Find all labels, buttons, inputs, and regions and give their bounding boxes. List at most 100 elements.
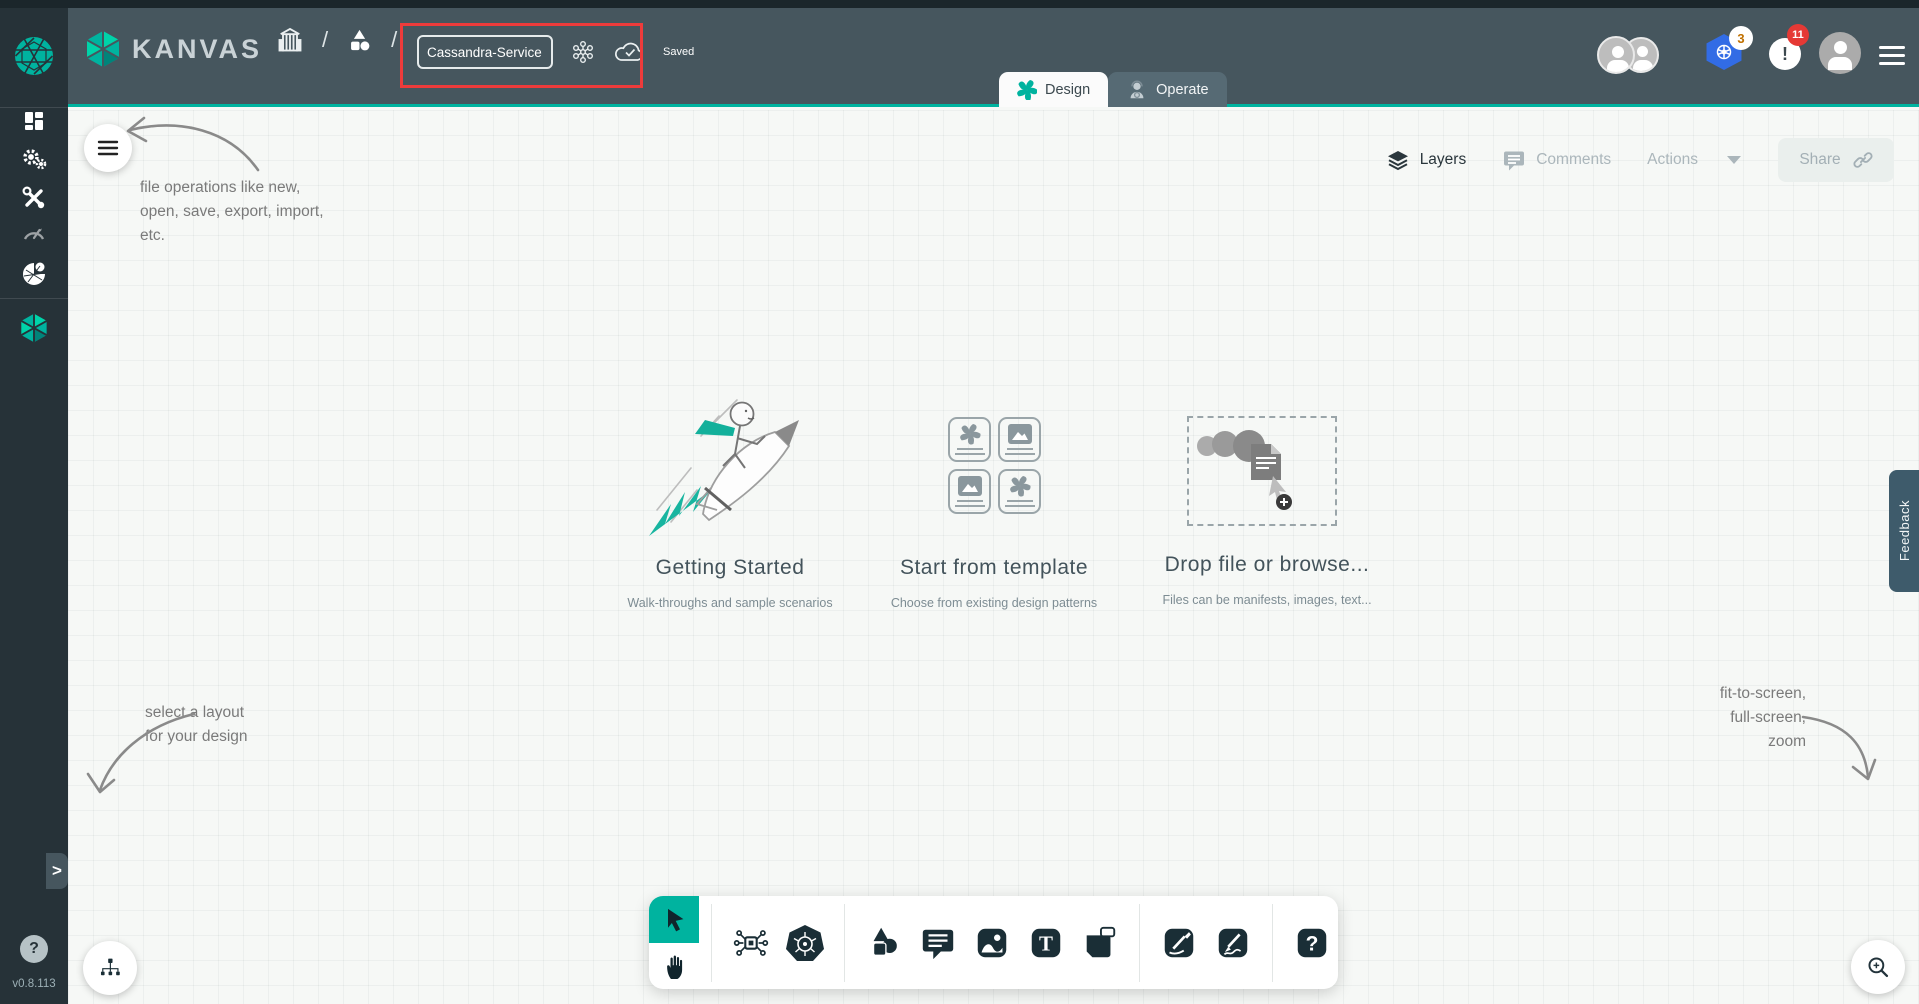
- sidebar-item-toolbox[interactable]: [0, 180, 68, 216]
- svg-text:?: ?: [1306, 932, 1319, 955]
- template-title: Start from template: [899, 556, 1089, 579]
- sidebar-expand-chevron[interactable]: >: [46, 853, 68, 889]
- actions-dropdown[interactable]: Actions: [1647, 151, 1742, 169]
- operate-headset-icon: [1126, 79, 1148, 101]
- comments-icon: [1504, 151, 1525, 171]
- canvas-actions-bar: Layers Comments Actions Share: [1386, 138, 1894, 182]
- comment-bubble-icon: [922, 929, 954, 959]
- tab-operate[interactable]: Operate: [1108, 72, 1227, 107]
- shapes-icon: [872, 927, 897, 956]
- toolbar-divider: [1272, 903, 1273, 982]
- workspace-shapes-icon[interactable]: [346, 27, 373, 54]
- toolbar-divider: [711, 903, 712, 982]
- kubernetes-context-chip[interactable]: 3: [1705, 26, 1753, 70]
- image-icon: [977, 928, 1007, 957]
- hand-icon: [667, 955, 683, 979]
- actions-label: Actions: [1647, 151, 1698, 168]
- chevron-down-icon: [1727, 156, 1741, 164]
- layout-selector-button[interactable]: [83, 941, 137, 995]
- kanvas-hexagon-icon: [86, 30, 120, 68]
- sidebar-item-kanvas[interactable]: [0, 310, 68, 346]
- tab-design-label: Design: [1045, 81, 1091, 98]
- getting-started-title: Getting Started: [655, 556, 805, 579]
- kubernetes-count-badge: 3: [1729, 26, 1753, 50]
- tool-text[interactable]: T: [1024, 921, 1068, 965]
- annotation-file-operations: file operations like new, open, save, ex…: [140, 179, 324, 245]
- brand-name: KANVAS: [132, 33, 263, 64]
- help-button[interactable]: ?: [20, 935, 48, 963]
- tool-kubernetes[interactable]: [783, 921, 827, 965]
- tool-shapes[interactable]: [862, 921, 906, 965]
- comments-toggle[interactable]: Comments: [1502, 148, 1611, 172]
- pen-icon: [1164, 928, 1194, 957]
- sidebar-item-catalog[interactable]: [0, 256, 68, 292]
- breadcrumb-separator: /: [391, 27, 398, 52]
- gauge-icon: [23, 228, 45, 240]
- zoom-button[interactable]: [1851, 940, 1905, 994]
- link-icon: [1853, 152, 1873, 168]
- drop-zone[interactable]: [1187, 416, 1337, 526]
- tab-design[interactable]: Design: [999, 72, 1109, 107]
- sidebar-item-dashboard[interactable]: [0, 103, 68, 139]
- tool-image[interactable]: [970, 921, 1014, 965]
- layers-toggle[interactable]: Layers: [1386, 148, 1467, 172]
- note-icon: [1086, 926, 1116, 957]
- drop-title: Drop file or browse...: [1164, 553, 1370, 576]
- feedback-tab[interactable]: Feedback: [1889, 470, 1919, 592]
- drop-subtitle: Files can be manifests, images, text...: [1162, 593, 1372, 607]
- file-name-input[interactable]: [417, 35, 553, 69]
- dashboard-icon: [25, 112, 43, 130]
- kubernetes-wheel-icon: [786, 924, 824, 961]
- cursor-icon: [668, 908, 684, 931]
- toolbar-divider: [844, 903, 845, 982]
- toolbar-divider: [1139, 903, 1140, 982]
- tool-comment[interactable]: [916, 921, 960, 965]
- tool-pan-hand[interactable]: [649, 943, 699, 989]
- header-menu-icon[interactable]: [1879, 46, 1905, 65]
- collaborator-avatars[interactable]: [1597, 36, 1659, 74]
- brand[interactable]: KANVAS: [86, 30, 262, 68]
- share-button[interactable]: Share: [1778, 138, 1894, 182]
- tool-help[interactable]: ?: [1290, 921, 1334, 965]
- sidebar-item-settings[interactable]: [0, 141, 68, 177]
- app-version: v0.8.113: [12, 978, 56, 990]
- mode-tabs: Design Operate: [999, 72, 1227, 107]
- zoom-arrow: [1801, 715, 1877, 781]
- tool-components[interactable]: [729, 921, 773, 965]
- design-spiral-icon: [1017, 79, 1037, 100]
- saved-status: Saved: [663, 46, 695, 58]
- getting-started-subtitle: Walk-throughs and sample scenarios: [627, 596, 833, 610]
- layers-icon: [1387, 151, 1408, 171]
- cloud-saved-icon[interactable]: [613, 39, 647, 65]
- tool-pen[interactable]: [1157, 921, 1201, 965]
- components-node-icon: [733, 929, 769, 956]
- share-label: Share: [1799, 151, 1841, 168]
- text-icon: T: [1031, 928, 1061, 957]
- app-header: KANVAS / / Cassandra-Service Saved Desig…: [68, 8, 1919, 107]
- design-canvas[interactable]: file operations like new, open, save, ex…: [68, 110, 1919, 1004]
- layers-label: Layers: [1419, 151, 1467, 168]
- template-grid-icon: [948, 417, 1041, 514]
- sidebar-item-performance[interactable]: [0, 214, 68, 250]
- annotation-zoom: fit-to-screen, full-screen, zoom: [1719, 685, 1806, 751]
- window-top-strip: [0, 0, 1919, 8]
- rocket-illustration: [649, 399, 799, 536]
- organization-icon[interactable]: [276, 26, 304, 54]
- user-menu[interactable]: [1819, 32, 1861, 74]
- comments-label: Comments: [1536, 151, 1612, 168]
- mesh-cluster-icon[interactable]: [569, 38, 597, 66]
- help-icon: ?: [1297, 928, 1327, 957]
- notification-center[interactable]: ! 11: [1769, 24, 1809, 70]
- layer5-logo-icon[interactable]: [14, 36, 54, 76]
- layout-tree-icon: [100, 958, 120, 976]
- tool-freehand[interactable]: [1211, 921, 1255, 965]
- template-subtitle: Choose from existing design patterns: [890, 596, 1098, 610]
- tool-note[interactable]: [1078, 921, 1122, 965]
- feedback-label: Feedback: [1896, 500, 1912, 562]
- kanvas-hexagon-icon: [20, 313, 48, 343]
- tab-operate-label: Operate: [1156, 81, 1209, 98]
- pencil-icon: [1218, 928, 1248, 957]
- tool-select-cursor[interactable]: [649, 896, 699, 943]
- bottom-toolbar: T ?: [649, 896, 1338, 989]
- left-sidebar: > ? v0.8.113: [0, 8, 68, 1004]
